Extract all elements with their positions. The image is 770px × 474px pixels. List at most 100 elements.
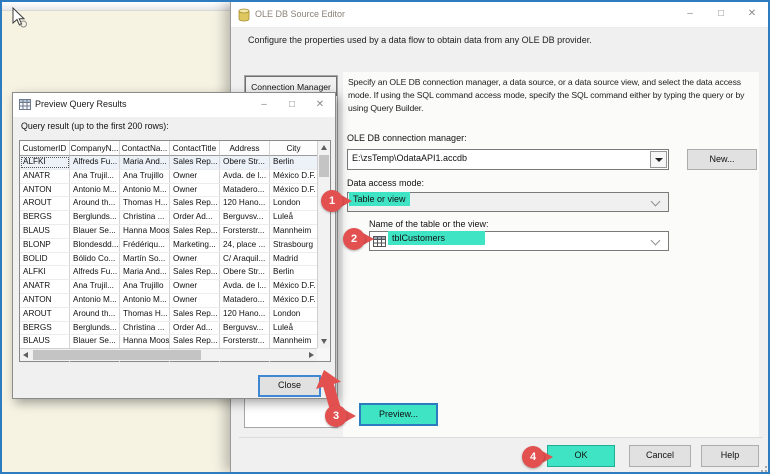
- grid-cell[interactable]: Owner: [170, 294, 220, 307]
- grid-header-cell[interactable]: City: [270, 141, 317, 156]
- grid-cell[interactable]: Madrid: [270, 253, 317, 266]
- grid-cell[interactable]: Christina ...: [120, 322, 170, 335]
- grid-cell[interactable]: México D.F.: [270, 280, 317, 293]
- scroll-up-icon[interactable]: [321, 145, 327, 150]
- grid-cell[interactable]: Blauer Se...: [70, 225, 120, 238]
- grid-cell[interactable]: Owner: [170, 184, 220, 197]
- grid-cell[interactable]: Around th...: [70, 308, 120, 321]
- grid-cell[interactable]: Sales Rep...: [170, 266, 220, 279]
- grid-cell[interactable]: Order Ad...: [170, 211, 220, 224]
- grid-cell[interactable]: Sales Rep...: [170, 225, 220, 238]
- grid-header-cell[interactable]: Address: [220, 141, 270, 156]
- grid-cell[interactable]: C/ Araquil...: [220, 253, 270, 266]
- grid-cell[interactable]: ANATR: [20, 280, 70, 293]
- new-button[interactable]: New...: [687, 149, 757, 170]
- scroll-right-icon[interactable]: [309, 352, 314, 358]
- grid-cell[interactable]: ANTON: [20, 294, 70, 307]
- connection-manager-combobox[interactable]: E:\zsTemp\OdataAPI1.accdb: [347, 149, 669, 170]
- grid-cell[interactable]: BLAUS: [20, 335, 70, 348]
- grid-cell[interactable]: 120 Hano...: [220, 197, 270, 210]
- grid-cell[interactable]: Strasbourg: [270, 239, 317, 252]
- grid-cell[interactable]: Christina ...: [120, 211, 170, 224]
- grid-cell[interactable]: Sales Rep...: [170, 335, 220, 348]
- grid-cell[interactable]: Berglunds...: [70, 211, 120, 224]
- grid-cell[interactable]: Berlin: [270, 266, 317, 279]
- grid-cell[interactable]: Antonio M...: [120, 294, 170, 307]
- cancel-button[interactable]: Cancel: [629, 445, 691, 467]
- grid-cell[interactable]: Avda. de l...: [220, 170, 270, 183]
- editor-title-bar[interactable]: OLE DB Source Editor – □ ✕: [231, 2, 770, 28]
- grid-cell[interactable]: Berglunds...: [70, 322, 120, 335]
- grid-cell[interactable]: Antonio M...: [70, 294, 120, 307]
- maximize-icon[interactable]: □: [285, 97, 299, 113]
- grid-cell[interactable]: México D.F.: [270, 170, 317, 183]
- grid-cell[interactable]: Around th...: [70, 197, 120, 210]
- vertical-scroll-thumb[interactable]: [319, 155, 329, 177]
- grid-cell[interactable]: Luleå: [270, 211, 317, 224]
- grid-cell[interactable]: Hanna Moos: [120, 335, 170, 348]
- grid-cell[interactable]: Thomas H...: [120, 308, 170, 321]
- resize-grip[interactable]: [765, 466, 767, 468]
- grid-horizontal-scrollbar[interactable]: [20, 348, 317, 361]
- grid-cell[interactable]: Berguvsv...: [220, 322, 270, 335]
- grid-cell[interactable]: BOLID: [20, 253, 70, 266]
- grid-cell[interactable]: Marketing...: [170, 239, 220, 252]
- grid-cell[interactable]: Bólido Co...: [70, 253, 120, 266]
- maximize-icon[interactable]: □: [714, 6, 728, 22]
- grid-cell[interactable]: Frédériqu...: [120, 239, 170, 252]
- close-icon[interactable]: ✕: [745, 6, 759, 22]
- grid-cell[interactable]: Obere Str...: [220, 266, 270, 279]
- data-access-mode-combobox[interactable]: Table or view: [347, 192, 669, 212]
- grid-cell[interactable]: Forsterstr...: [220, 335, 270, 348]
- grid-cell[interactable]: Mannheim: [270, 225, 317, 238]
- grid-cell[interactable]: Thomas H...: [120, 197, 170, 210]
- grid-cell[interactable]: 24, place ...: [220, 239, 270, 252]
- grid-cell[interactable]: ANATR: [20, 170, 70, 183]
- grid-cell[interactable]: Ana Trujil...: [70, 170, 120, 183]
- grid-cell[interactable]: Owner: [170, 253, 220, 266]
- ok-button[interactable]: OK: [547, 445, 615, 467]
- grid-cell[interactable]: Alfreds Fu...: [70, 156, 120, 169]
- grid-cell[interactable]: Martín So...: [120, 253, 170, 266]
- grid-cell[interactable]: Ana Trujil...: [70, 280, 120, 293]
- grid-cell[interactable]: Antonio M...: [70, 184, 120, 197]
- grid-cell[interactable]: México D.F.: [270, 294, 317, 307]
- grid-cell[interactable]: ALFKI: [20, 156, 70, 169]
- grid-cell[interactable]: Maria And...: [120, 156, 170, 169]
- grid-cell[interactable]: 120 Hano...: [220, 308, 270, 321]
- minimize-icon[interactable]: –: [683, 6, 697, 22]
- grid-cell[interactable]: London: [270, 197, 317, 210]
- scroll-down-icon[interactable]: [321, 339, 327, 344]
- grid-cell[interactable]: Alfreds Fu...: [70, 266, 120, 279]
- grid-cell[interactable]: Avda. de l...: [220, 280, 270, 293]
- grid-cell[interactable]: AROUT: [20, 197, 70, 210]
- help-button[interactable]: Help: [701, 445, 759, 467]
- grid-cell[interactable]: Blauer Se...: [70, 335, 120, 348]
- grid-cell[interactable]: ANTON: [20, 184, 70, 197]
- grid-cell[interactable]: Order Ad...: [170, 322, 220, 335]
- grid-cell[interactable]: Owner: [170, 170, 220, 183]
- grid-cell[interactable]: Matadero...: [220, 184, 270, 197]
- grid-cell[interactable]: Antonio M...: [120, 184, 170, 197]
- grid-cell[interactable]: Obere Str...: [220, 156, 270, 169]
- table-name-combobox[interactable]: tblCustomers: [369, 231, 669, 251]
- grid-cell[interactable]: Sales Rep...: [170, 308, 220, 321]
- close-icon[interactable]: ✕: [313, 97, 327, 113]
- grid-cell[interactable]: Mannheim: [270, 335, 317, 348]
- grid-cell[interactable]: Ana Trujillo: [120, 280, 170, 293]
- grid-cell[interactable]: Matadero...: [220, 294, 270, 307]
- grid-header-cell[interactable]: ContactNa...: [120, 141, 170, 156]
- grid-cell[interactable]: Blondesdd...: [70, 239, 120, 252]
- connection-dropdown-button[interactable]: [650, 151, 667, 168]
- grid-cell[interactable]: BERGS: [20, 211, 70, 224]
- grid-cell[interactable]: Berlin: [270, 156, 317, 169]
- grid-cell[interactable]: Ana Trujillo: [120, 170, 170, 183]
- grid-cell[interactable]: BLONP: [20, 239, 70, 252]
- scroll-left-icon[interactable]: [23, 352, 28, 358]
- grid-cell[interactable]: Owner: [170, 280, 220, 293]
- preview-button[interactable]: Preview...: [359, 403, 438, 426]
- preview-title-bar[interactable]: Preview Query Results – □ ✕: [13, 93, 335, 117]
- grid-cell[interactable]: Forsterstr...: [220, 225, 270, 238]
- grid-cell[interactable]: Luleå: [270, 322, 317, 335]
- minimize-icon[interactable]: –: [257, 97, 271, 113]
